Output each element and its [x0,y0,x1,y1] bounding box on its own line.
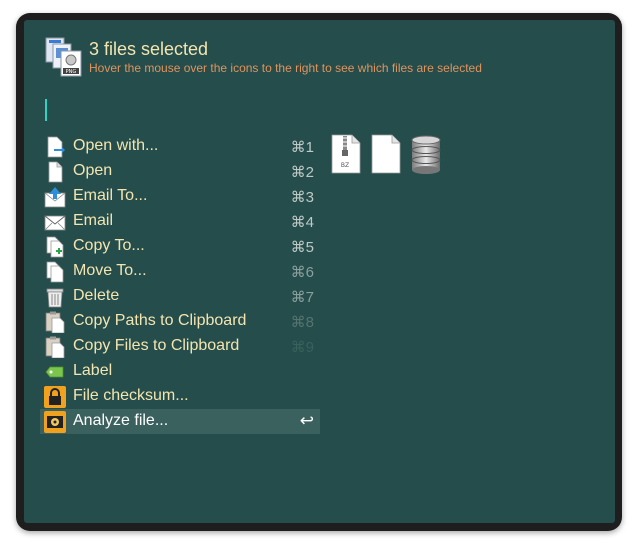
selected-files-strip: BZ [330,134,442,174]
action-open[interactable]: Open ⌘2 [40,159,320,184]
action-label-tag[interactable]: Label [40,359,320,384]
trash-icon [46,288,64,308]
file-badge: BZ [341,162,349,169]
action-label: Email To... [73,187,148,204]
open-with-icon [47,136,65,158]
svg-text:PNG: PNG [66,69,77,75]
action-open-with[interactable]: Open with... ⌘1 [40,134,320,159]
bz-archive-icon[interactable]: BZ [330,134,362,174]
action-label: Email [73,212,114,229]
search-input-caret[interactable] [45,99,47,121]
lock-icon [44,386,66,408]
document-icon [48,161,63,183]
action-label: Copy To... [73,237,145,254]
action-label: Open with... [73,137,159,154]
action-label: Move To... [73,262,147,279]
shortcut-label: ⌘4 [290,214,314,231]
analyze-icon [44,411,66,433]
action-delete[interactable]: Delete ⌘7 [40,284,320,309]
page-title: 3 files selected [89,39,209,59]
action-label: Label [73,362,113,379]
page-subtitle: Hover the mouse over the icons to the ri… [89,61,482,75]
return-key-icon: ↩ [299,411,314,430]
action-label: Analyze file... [73,412,169,429]
shortcut-label: ⌘2 [290,164,314,181]
shortcut-label: ⌘1 [290,139,314,156]
shortcut-label: ⌘5 [290,239,314,256]
action-file-checksum[interactable]: File checksum... [40,384,320,409]
action-list: Open with... ⌘1 Open ⌘2 Email To... ⌘3 E… [40,134,320,434]
shortcut-label: ⌘9 [290,339,314,356]
shortcut-label: ⌘8 [290,314,314,331]
blank-document-icon[interactable] [370,134,402,174]
move-to-icon [46,261,64,283]
action-label: Open [73,162,113,179]
shortcut-label: ⌘6 [290,264,314,281]
clipboard-icon [45,311,65,333]
clipboard-icon [45,336,65,358]
copy-to-icon [46,236,64,258]
action-email-to[interactable]: Email To... ⌘3 [40,184,320,209]
action-copy-paths[interactable]: Copy Paths to Clipboard ⌘8 [40,309,320,334]
action-label: Copy Files to Clipboard [73,337,240,354]
action-move-to[interactable]: Move To... ⌘6 [40,259,320,284]
action-label: File checksum... [73,387,189,404]
shortcut-label: ⌘3 [290,189,314,206]
action-analyze-file[interactable]: Analyze file... ↩ [40,409,320,434]
email-to-icon [44,187,66,208]
tag-icon [45,366,64,378]
multiple-files-icon: PNG [45,37,82,77]
database-icon[interactable] [410,134,442,174]
action-label: Delete [73,287,120,304]
action-email[interactable]: Email ⌘4 [40,209,320,234]
action-copy-files[interactable]: Copy Files to Clipboard ⌘9 [40,334,320,359]
envelope-icon [44,215,66,231]
action-label: Copy Paths to Clipboard [73,312,247,329]
shortcut-label: ⌘7 [290,289,314,306]
action-copy-to[interactable]: Copy To... ⌘5 [40,234,320,259]
